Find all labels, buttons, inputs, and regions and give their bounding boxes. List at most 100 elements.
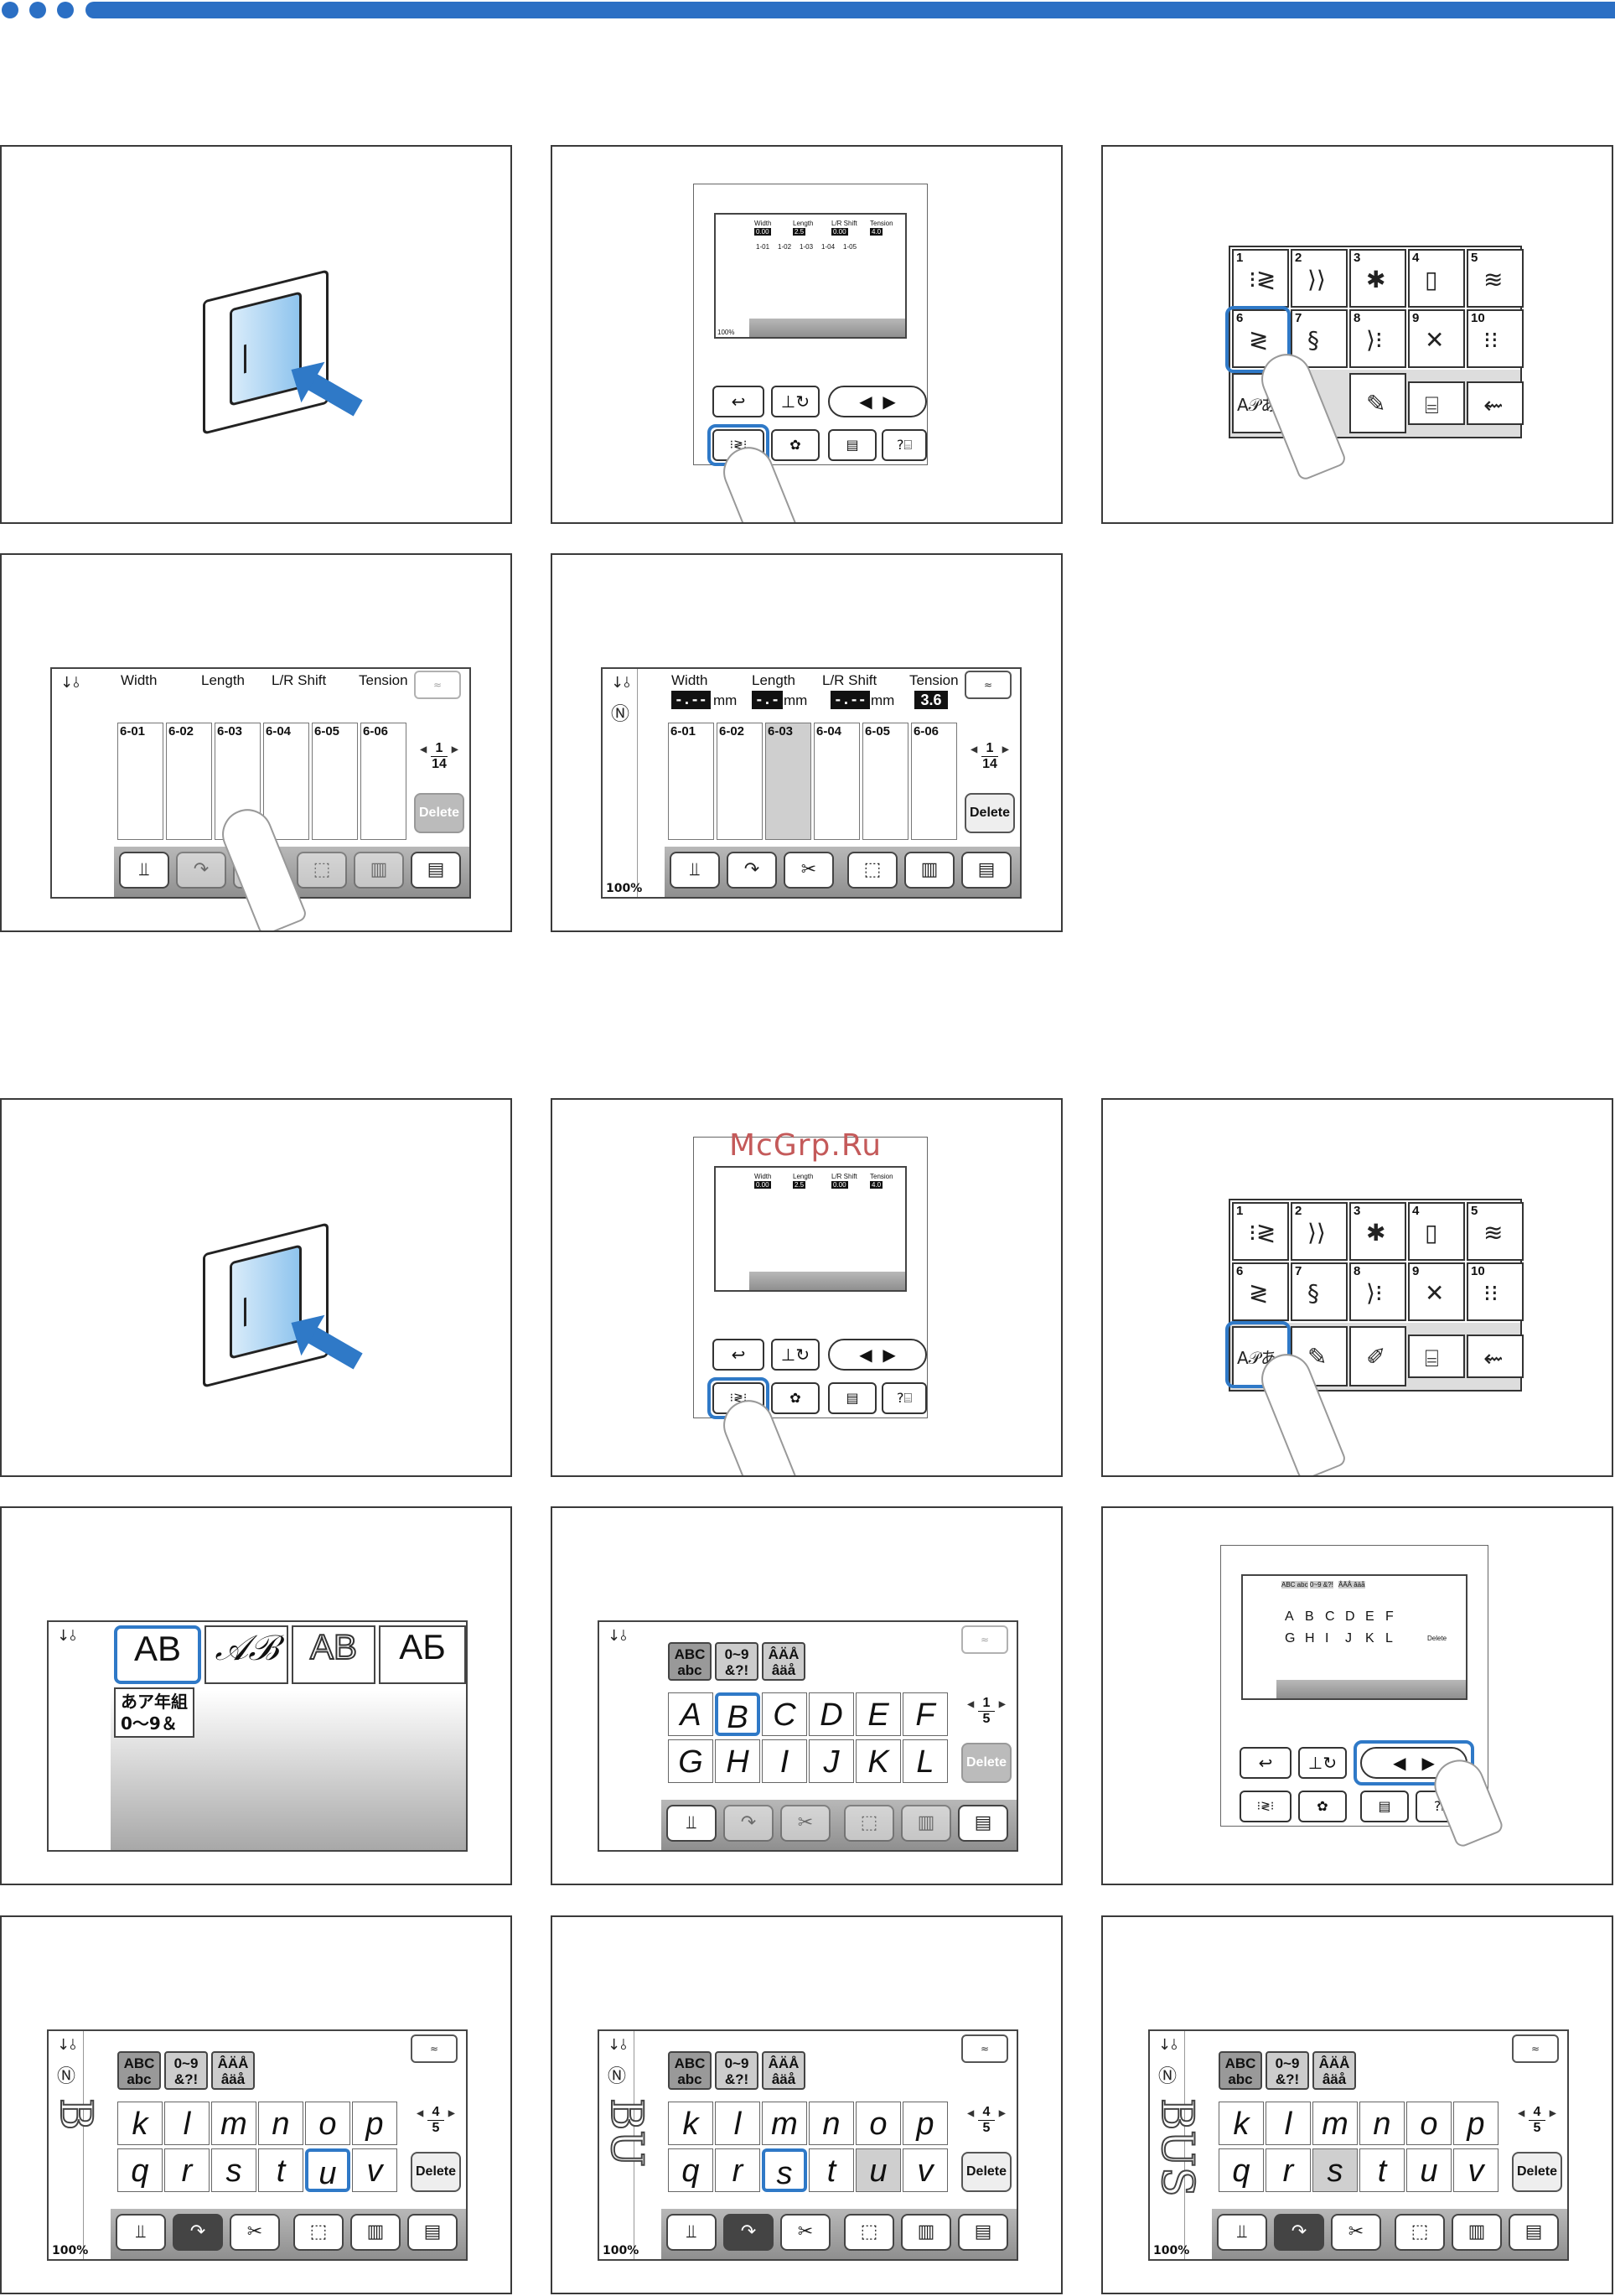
- key[interactable]: s: [1312, 2148, 1358, 2192]
- category-10[interactable]: 10 ⁝⁝: [1467, 1262, 1524, 1321]
- pattern-cell[interactable]: 6-01: [117, 723, 163, 840]
- key[interactable]: o: [856, 2102, 901, 2145]
- key[interactable]: D: [809, 1692, 854, 1736]
- key[interactable]: n: [809, 2102, 854, 2145]
- memory-button[interactable]: ⬚: [844, 2214, 894, 2251]
- pattern-cell[interactable]: 6-05: [312, 723, 358, 840]
- help-button[interactable]: ?⌸: [882, 1382, 927, 1414]
- tab-numbers[interactable]: 0~9 &?!: [715, 2051, 758, 2090]
- key[interactable]: l: [164, 2102, 210, 2145]
- thread-button[interactable]: ⊥↻: [1298, 1747, 1347, 1779]
- font-script-button[interactable]: 𝒜ℬ: [204, 1625, 288, 1684]
- category-2[interactable]: 2 ⟩⟩: [1291, 249, 1348, 308]
- image-button[interactable]: ▥: [904, 852, 955, 889]
- pattern-cell[interactable]: 6-04: [814, 723, 860, 840]
- key[interactable]: q: [117, 2148, 163, 2192]
- japanese-font-button[interactable]: あア年組 0～9＆: [114, 1687, 194, 1738]
- usb-button[interactable]: ⇜: [1467, 1335, 1524, 1378]
- back-button[interactable]: ↩: [712, 386, 764, 417]
- memory-button[interactable]: ⬚: [847, 852, 898, 889]
- category-2[interactable]: 2 ⟩⟩: [1291, 1202, 1348, 1261]
- key[interactable]: v: [352, 2148, 397, 2192]
- embroidery-edit-button[interactable]: ✎: [1349, 373, 1406, 433]
- thread-cut-button[interactable]: ✂: [784, 852, 834, 889]
- page-indicator[interactable]: ◀ 4 ▶ 5: [411, 2105, 461, 2136]
- thread-cut-button[interactable]: ✂: [1331, 2214, 1381, 2251]
- tab-numbers[interactable]: 0~9 &?!: [715, 1642, 758, 1681]
- category-1[interactable]: 1 ⁝≷: [1232, 249, 1289, 308]
- page-indicator[interactable]: ◀ 4 ▶ 5: [961, 2105, 1012, 2136]
- category-10[interactable]: 10 ⁝⁝: [1467, 309, 1524, 368]
- settings-button[interactable]: ▤: [407, 2214, 458, 2251]
- key[interactable]: E: [856, 1692, 901, 1736]
- delete-button[interactable]: Delete: [1512, 2152, 1562, 2192]
- category-9[interactable]: 9 ✕: [1408, 1262, 1465, 1321]
- font-outline-button[interactable]: AB: [292, 1625, 375, 1684]
- key[interactable]: B: [715, 1692, 760, 1736]
- key[interactable]: r: [164, 2148, 210, 2192]
- category-7[interactable]: 7 §: [1291, 1262, 1348, 1321]
- key[interactable]: n: [1359, 2102, 1405, 2145]
- presser-foot-button[interactable]: ⫫: [666, 2214, 717, 2251]
- embroidery-button[interactable]: ✿: [771, 429, 820, 461]
- left-right-button[interactable]: ◀ ▶: [828, 1339, 927, 1371]
- image-button[interactable]: ▥: [350, 2214, 401, 2251]
- key[interactable]: v: [1453, 2148, 1499, 2192]
- memory-button[interactable]: ⬚: [1395, 2214, 1445, 2251]
- embroidery-button[interactable]: ✿: [1298, 1791, 1347, 1822]
- key[interactable]: F: [903, 1692, 948, 1736]
- back-button[interactable]: ↩: [712, 1339, 764, 1371]
- key[interactable]: m: [1312, 2102, 1358, 2145]
- key[interactable]: p: [903, 2102, 948, 2145]
- settings-button[interactable]: ▤: [411, 852, 461, 889]
- key[interactable]: L: [903, 1739, 948, 1783]
- image-button[interactable]: ▥: [901, 1805, 951, 1842]
- key[interactable]: t: [809, 2148, 854, 2192]
- font-cyrillic-button[interactable]: АБ: [379, 1625, 466, 1684]
- category-8[interactable]: 8 ⟩⁝: [1349, 309, 1406, 368]
- key[interactable]: m: [211, 2102, 256, 2145]
- delete-button[interactable]: Delete: [965, 793, 1015, 833]
- key[interactable]: n: [258, 2102, 303, 2145]
- key[interactable]: H: [715, 1739, 760, 1783]
- memory-button[interactable]: ⬚: [297, 852, 347, 889]
- presser-foot-button[interactable]: ⫫: [1217, 2214, 1267, 2251]
- key[interactable]: m: [762, 2102, 807, 2145]
- key[interactable]: q: [1219, 2148, 1264, 2192]
- category-1[interactable]: 1 ⁝≷: [1232, 1202, 1289, 1261]
- manual-button[interactable]: ▤: [828, 1382, 877, 1414]
- usb-button[interactable]: ⇜: [1467, 381, 1524, 425]
- delete-button[interactable]: Delete: [411, 2152, 461, 2192]
- key[interactable]: I: [762, 1739, 807, 1783]
- machine-settings-button[interactable]: ⌸: [1408, 381, 1465, 425]
- tab-numbers[interactable]: 0~9 &?!: [1266, 2051, 1309, 2090]
- help-button[interactable]: ?⌸: [882, 429, 927, 461]
- pattern-cell[interactable]: 6-02: [717, 723, 763, 840]
- key[interactable]: p: [352, 2102, 397, 2145]
- key[interactable]: o: [1406, 2102, 1452, 2145]
- tab-alphabet[interactable]: ABC abc: [668, 2051, 712, 2090]
- pattern-cell[interactable]: 6-05: [862, 723, 908, 840]
- key[interactable]: k: [1219, 2102, 1264, 2145]
- page-indicator[interactable]: ◀ 1 ▶ 14: [965, 741, 1015, 772]
- stitch-length-button[interactable]: ≈: [961, 2034, 1008, 2063]
- category-5[interactable]: 5 ≋: [1467, 1202, 1524, 1261]
- key[interactable]: A: [668, 1692, 713, 1736]
- key[interactable]: k: [668, 2102, 713, 2145]
- stitch-length-button[interactable]: ≈: [411, 2034, 458, 2063]
- reverse-button[interactable]: ↷: [723, 1805, 774, 1842]
- tab-alphabet[interactable]: ABC abc: [1219, 2051, 1262, 2090]
- memory-button[interactable]: ⬚: [844, 1805, 894, 1842]
- memory-button[interactable]: ⬚: [293, 2214, 344, 2251]
- pattern-cell[interactable]: 6-01: [668, 723, 714, 840]
- manual-button[interactable]: ▤: [1360, 1791, 1409, 1822]
- presser-foot-button[interactable]: ⫫: [119, 852, 169, 889]
- key[interactable]: s: [211, 2148, 256, 2192]
- presser-foot-button[interactable]: ⫫: [670, 852, 720, 889]
- drawing-button[interactable]: ✐: [1349, 1326, 1406, 1386]
- key[interactable]: o: [305, 2102, 350, 2145]
- pattern-cell-selected[interactable]: 6-03: [765, 723, 811, 840]
- key[interactable]: t: [258, 2148, 303, 2192]
- key[interactable]: s: [762, 2148, 807, 2192]
- key[interactable]: G: [668, 1739, 713, 1783]
